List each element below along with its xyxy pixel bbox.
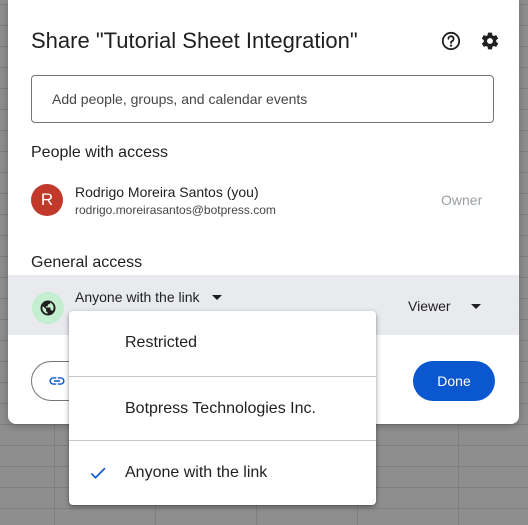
gear-icon[interactable] xyxy=(479,30,501,52)
general-access-selected: Anyone with the link xyxy=(75,289,200,305)
globe-icon xyxy=(32,292,64,324)
help-icon[interactable] xyxy=(440,30,462,52)
role-dropdown[interactable]: Viewer xyxy=(408,298,481,314)
menu-item-label: Botpress Technologies Inc. xyxy=(125,399,316,417)
menu-item-restricted[interactable]: Restricted xyxy=(69,311,376,374)
general-access-menu: Restricted Botpress Technologies Inc. An… xyxy=(69,311,376,505)
menu-item-organization[interactable]: Botpress Technologies Inc. xyxy=(69,376,376,440)
general-access-heading: General access xyxy=(31,254,143,271)
menu-item-label: Restricted xyxy=(125,333,198,351)
add-people-input[interactable]: Add people, groups, and calendar events xyxy=(31,75,494,123)
avatar: R xyxy=(31,184,63,216)
role-label: Viewer xyxy=(408,298,451,314)
avatar-initial: R xyxy=(40,190,54,209)
check-icon xyxy=(88,463,108,488)
general-access-dropdown[interactable]: Anyone with the link xyxy=(75,289,222,305)
done-button[interactable]: Done xyxy=(413,361,495,401)
menu-item-label: Anyone with the link xyxy=(125,463,268,481)
person-name: Rodrigo Moreira Santos (you) xyxy=(75,184,259,200)
chevron-down-icon xyxy=(470,303,481,309)
menu-item-anyone-with-link[interactable]: Anyone with the link xyxy=(69,440,376,504)
link-icon xyxy=(49,377,65,385)
chevron-down-icon xyxy=(211,294,222,300)
owner-role-label: Owner xyxy=(441,192,483,208)
dialog-title: Share "Tutorial Sheet Integration" xyxy=(31,28,358,53)
person-email: rodrigo.moreirasantos@botpress.com xyxy=(75,203,276,217)
add-people-placeholder: Add people, groups, and calendar events xyxy=(52,91,308,107)
people-with-access-heading: People with access xyxy=(31,144,168,161)
